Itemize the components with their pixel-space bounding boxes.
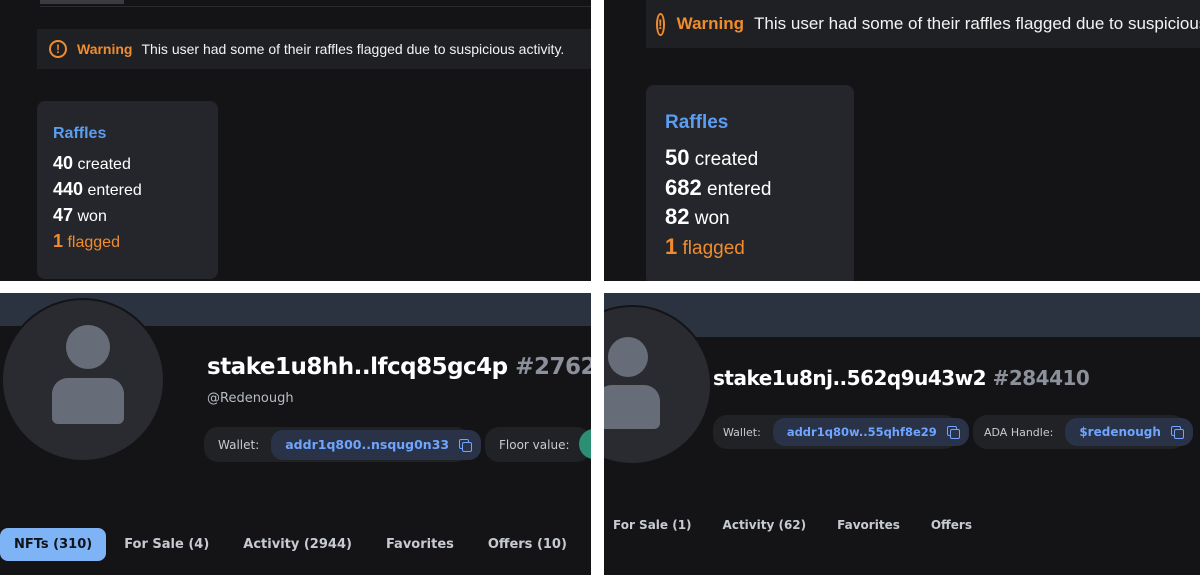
stats-title: Raffles	[53, 125, 107, 142]
panel-raffles-1: ! Warning This user had some of their ra…	[0, 0, 591, 281]
tab-offers[interactable]: Offers	[931, 518, 972, 532]
avatar-body	[604, 385, 660, 429]
copy-icon[interactable]	[459, 438, 473, 452]
stats-title: Raffles	[665, 112, 729, 133]
tab-nfts[interactable]: NFTs (310)	[0, 528, 107, 561]
stat-flagged: 1 flagged	[53, 231, 120, 251]
profile-tabs: For Sale (1) Activity (62) Favorites Off…	[613, 518, 972, 532]
profile-banner	[604, 293, 1200, 337]
tab-activity[interactable]: Activity (2944)	[243, 537, 352, 552]
copy-icon[interactable]	[946, 426, 960, 439]
user-number: #276277	[515, 354, 591, 380]
wallet-pill: Wallet: addr1q80w..55qhf8e29	[713, 415, 969, 449]
tab-for-sale[interactable]: For Sale (4)	[124, 537, 209, 552]
avatar-head	[66, 325, 110, 369]
tab-favorites[interactable]: Favorites	[837, 518, 900, 532]
floor-value-pill: Floor value:	[485, 427, 591, 462]
stake-address: stake1u8nj..562q9u43w2	[713, 366, 987, 390]
warning-icon: !	[656, 12, 665, 36]
ada-handle-button[interactable]: $redenough	[1065, 418, 1193, 446]
warning-banner: ! Warning This user had some of their ra…	[646, 0, 1200, 48]
wallet-label: Wallet:	[218, 437, 260, 452]
raffle-stats-card: Raffles 40 created 440 entered 47 won 1 …	[37, 101, 218, 279]
stat-entered: 440 entered	[53, 179, 142, 199]
wallet-address-button[interactable]: addr1q800..nsqug0n33	[271, 429, 482, 460]
avatar	[1, 298, 165, 462]
wallet-address-button[interactable]: addr1q80w..55qhf8e29	[772, 418, 969, 446]
warning-banner: ! Warning This user had some of their ra…	[37, 29, 591, 69]
profile-tabs: NFTs (310) For Sale (4) Activity (2944) …	[0, 528, 567, 561]
user-handle: @Redenough	[207, 391, 294, 406]
raffle-stats-card: Raffles 50 created 682 entered 82 won 1 …	[646, 85, 854, 281]
warning-text: This user had some of their raffles flag…	[141, 41, 565, 57]
warning-icon: !	[49, 40, 67, 58]
stat-created: 50 created	[665, 145, 759, 170]
panel-profile-1: stake1u8hh..lfcq85gc4p #276277 @Redenoug…	[0, 293, 591, 575]
floor-label: Floor value:	[499, 437, 570, 452]
tab-for-sale[interactable]: For Sale (1)	[613, 518, 692, 532]
warning-text: This user had some of their raffles flag…	[754, 14, 1200, 33]
stat-flagged: 1 flagged	[665, 233, 745, 259]
tab-offers[interactable]: Offers (10)	[488, 537, 567, 552]
divider	[40, 6, 591, 7]
panel-profile-2: stake1u8nj..562q9u43w2 #284410 Wallet: a…	[604, 293, 1200, 575]
stat-created: 40 created	[53, 153, 131, 173]
warning-label: Warning	[77, 41, 133, 57]
stat-won: 47 won	[53, 205, 107, 225]
stake-address: stake1u8hh..lfcq85gc4p	[207, 354, 508, 380]
tab-underline	[40, 0, 124, 4]
stat-won: 82 won	[665, 204, 730, 229]
copy-icon[interactable]	[1170, 426, 1184, 439]
avatar-head	[608, 337, 648, 377]
tab-favorites[interactable]: Favorites	[386, 537, 454, 552]
wallet-label: Wallet:	[723, 425, 761, 439]
profile-title: stake1u8hh..lfcq85gc4p #276277	[207, 354, 591, 380]
profile-title: stake1u8nj..562q9u43w2 #284410	[713, 366, 1090, 390]
warning-label: Warning	[676, 14, 745, 33]
stat-entered: 682 entered	[665, 174, 772, 200]
ada-handle-label: ADA Handle:	[984, 425, 1054, 439]
tab-activity[interactable]: Activity (62)	[723, 518, 807, 532]
wallet-pill: Wallet: addr1q800..nsqug0n33	[204, 427, 482, 462]
ada-handle-pill: ADA Handle: $redenough	[973, 415, 1193, 449]
avatar-body	[52, 378, 124, 424]
panel-raffles-2: ! Warning This user had some of their ra…	[604, 0, 1200, 281]
user-number: #284410	[992, 366, 1090, 390]
